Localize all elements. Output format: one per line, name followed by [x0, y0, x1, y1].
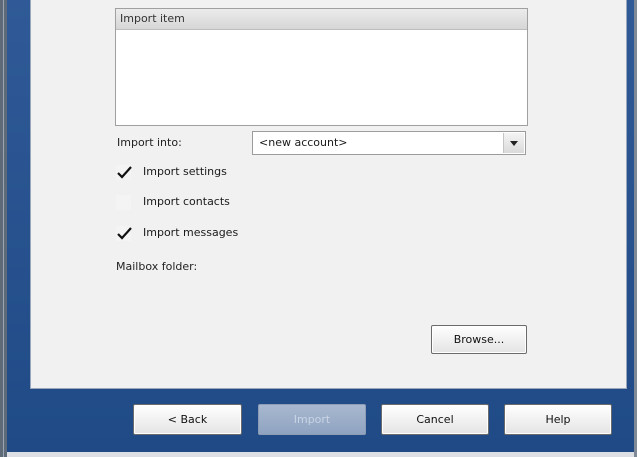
browse-button[interactable]: Browse...	[431, 325, 527, 354]
import-settings-checkbox[interactable]	[116, 165, 132, 180]
checkmark-icon	[117, 166, 132, 179]
chevron-down-icon	[510, 141, 518, 146]
import-messages-label: Import messages	[143, 226, 239, 239]
help-button[interactable]: Help	[504, 404, 612, 435]
import-contacts-label: Import contacts	[143, 195, 230, 208]
import-item-column-header[interactable]: Import item	[116, 9, 527, 30]
checkmark-icon	[117, 227, 132, 240]
import-button[interactable]: Import	[258, 404, 366, 435]
dropdown-button[interactable]	[503, 133, 524, 153]
import-settings-label: Import settings	[143, 165, 227, 178]
import-into-label: Import into:	[117, 136, 182, 149]
import-messages-checkbox[interactable]	[116, 226, 132, 241]
import-into-dropdown[interactable]: <new account>	[252, 131, 526, 155]
window-edge	[0, 0, 7, 457]
import-into-selected-value: <new account>	[259, 136, 348, 149]
frame-bottom-border	[7, 452, 634, 457]
cancel-button[interactable]: Cancel	[381, 404, 489, 435]
import-contacts-checkbox[interactable]	[116, 195, 131, 210]
mailbox-folder-label: Mailbox folder:	[116, 260, 198, 273]
back-button[interactable]: < Back	[133, 404, 242, 435]
import-item-list[interactable]: Import item	[115, 8, 528, 126]
